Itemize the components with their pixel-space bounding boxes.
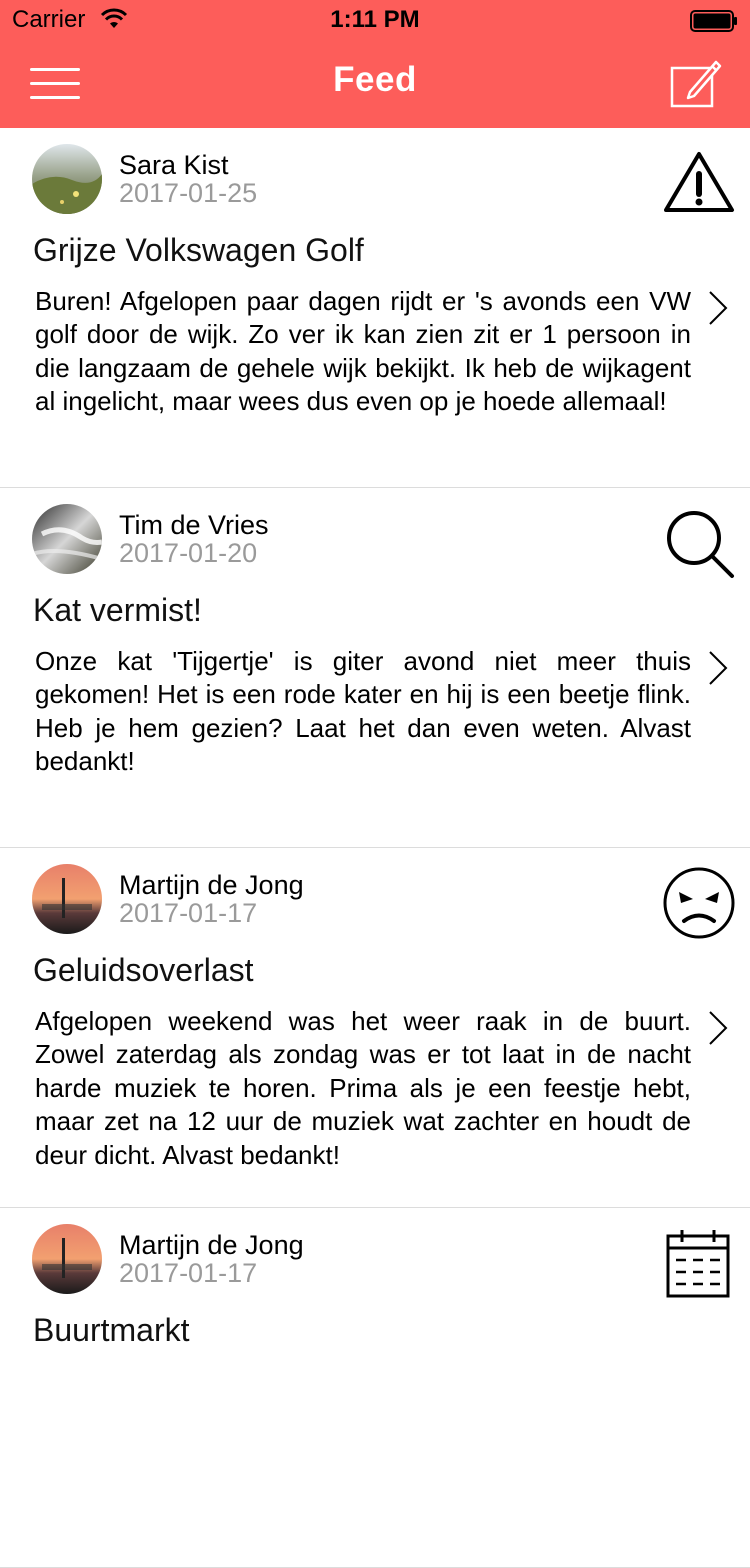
warning-icon bbox=[664, 152, 734, 212]
avatar bbox=[32, 504, 102, 574]
chevron-right-icon[interactable] bbox=[706, 1008, 730, 1048]
angry-face-icon bbox=[663, 867, 735, 939]
feed-post[interactable]: Martijn de Jong 2017-01-17 Geluidsoverla… bbox=[0, 848, 750, 1208]
feed-post[interactable]: Martijn de Jong 2017-01-17 Buurtmarkt bbox=[0, 1208, 750, 1568]
post-date: 2017-01-17 bbox=[119, 898, 258, 928]
post-date: 2017-01-20 bbox=[119, 538, 258, 568]
author-name: Tim de Vries bbox=[119, 510, 269, 540]
post-date: 2017-01-25 bbox=[119, 178, 258, 208]
avatar bbox=[32, 1224, 102, 1294]
avatar bbox=[32, 864, 102, 934]
status-time: 1:11 PM bbox=[330, 6, 420, 33]
post-date: 2017-01-17 bbox=[119, 1258, 258, 1288]
post-body: Buren! Afgelopen paar dagen rijdt er 's … bbox=[35, 286, 691, 417]
avatar bbox=[32, 144, 102, 214]
author-name: Martijn de Jong bbox=[119, 870, 304, 900]
feed-post[interactable]: Tim de Vries 2017-01-20 Kat vermist! Onz… bbox=[0, 488, 750, 848]
post-title: Kat vermist! bbox=[33, 592, 202, 628]
nav-bar: Feed bbox=[0, 40, 750, 128]
calendar-icon bbox=[666, 1230, 730, 1298]
chevron-right-icon[interactable] bbox=[706, 648, 730, 688]
post-title: Grijze Volkswagen Golf bbox=[33, 232, 364, 268]
post-title: Geluidsoverlast bbox=[33, 952, 254, 988]
battery-icon bbox=[690, 10, 737, 32]
compose-icon[interactable] bbox=[668, 58, 722, 108]
author-name: Martijn de Jong bbox=[119, 1230, 304, 1260]
author-name: Sara Kist bbox=[119, 150, 229, 180]
feed-list[interactable]: Sara Kist 2017-01-25 Grijze Volkswagen G… bbox=[0, 128, 750, 1568]
post-body: Onze kat 'Tijgertje' is giter avond niet… bbox=[35, 646, 691, 777]
feed-post[interactable]: Sara Kist 2017-01-25 Grijze Volkswagen G… bbox=[0, 128, 750, 488]
status-bar: Carrier 1:11 PM bbox=[0, 0, 750, 40]
post-body: Afgelopen weekend was het weer raak in d… bbox=[35, 1006, 691, 1170]
page-title: Feed bbox=[333, 60, 417, 99]
chevron-right-icon[interactable] bbox=[706, 288, 730, 328]
post-title: Buurtmarkt bbox=[33, 1312, 190, 1348]
search-icon bbox=[667, 511, 734, 578]
